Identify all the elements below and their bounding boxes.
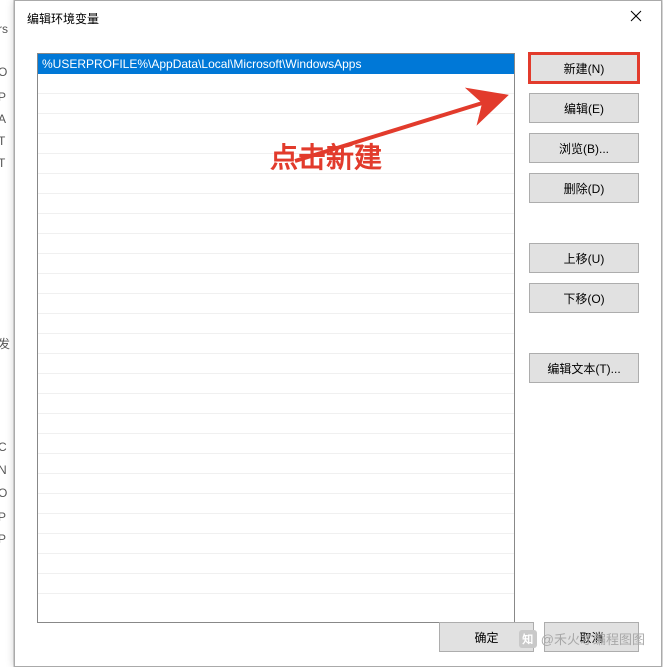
- move-down-button[interactable]: 下移(O): [529, 283, 639, 313]
- close-button[interactable]: [611, 1, 661, 31]
- side-button-column: 新建(N) 编辑(E) 浏览(B)... 删除(D) 上移(U) 下移(O) 编…: [529, 53, 639, 623]
- background-window-fragment: rs O P A T T 发 C N O P P: [0, 0, 14, 667]
- edit-text-button[interactable]: 编辑文本(T)...: [529, 353, 639, 383]
- edit-button[interactable]: 编辑(E): [529, 93, 639, 123]
- move-up-button[interactable]: 上移(U): [529, 243, 639, 273]
- path-listbox[interactable]: %USERPROFILE%\AppData\Local\Microsoft\Wi…: [37, 53, 515, 623]
- bg-frag: 发: [0, 335, 10, 352]
- bg-frag: P: [0, 510, 6, 524]
- bg-frag: P: [0, 532, 6, 546]
- bg-frag: N: [0, 463, 7, 477]
- bg-frag: A: [0, 112, 6, 126]
- bg-frag: T: [0, 156, 5, 170]
- bg-frag: P: [0, 90, 6, 104]
- close-icon: [630, 10, 642, 22]
- browse-button[interactable]: 浏览(B)...: [529, 133, 639, 163]
- new-button[interactable]: 新建(N): [529, 53, 639, 83]
- list-item-selected[interactable]: %USERPROFILE%\AppData\Local\Microsoft\Wi…: [38, 54, 514, 74]
- dialog-bottom-buttons: 确定 取消: [439, 622, 639, 652]
- bg-frag: T: [0, 134, 5, 148]
- titlebar: 编辑环境变量: [15, 1, 661, 35]
- cancel-button[interactable]: 取消: [544, 622, 639, 652]
- bg-frag: C: [0, 440, 7, 454]
- bg-frag: O: [0, 65, 7, 79]
- dialog-content: %USERPROFILE%\AppData\Local\Microsoft\Wi…: [15, 35, 661, 666]
- delete-button[interactable]: 删除(D): [529, 173, 639, 203]
- dialog-title: 编辑环境变量: [27, 10, 99, 27]
- bg-frag: O: [0, 486, 7, 500]
- edit-env-var-dialog: 编辑环境变量 %USERPROFILE%\AppData\Local\Micro…: [14, 0, 662, 667]
- ok-button[interactable]: 确定: [439, 622, 534, 652]
- bg-frag: rs: [0, 22, 8, 36]
